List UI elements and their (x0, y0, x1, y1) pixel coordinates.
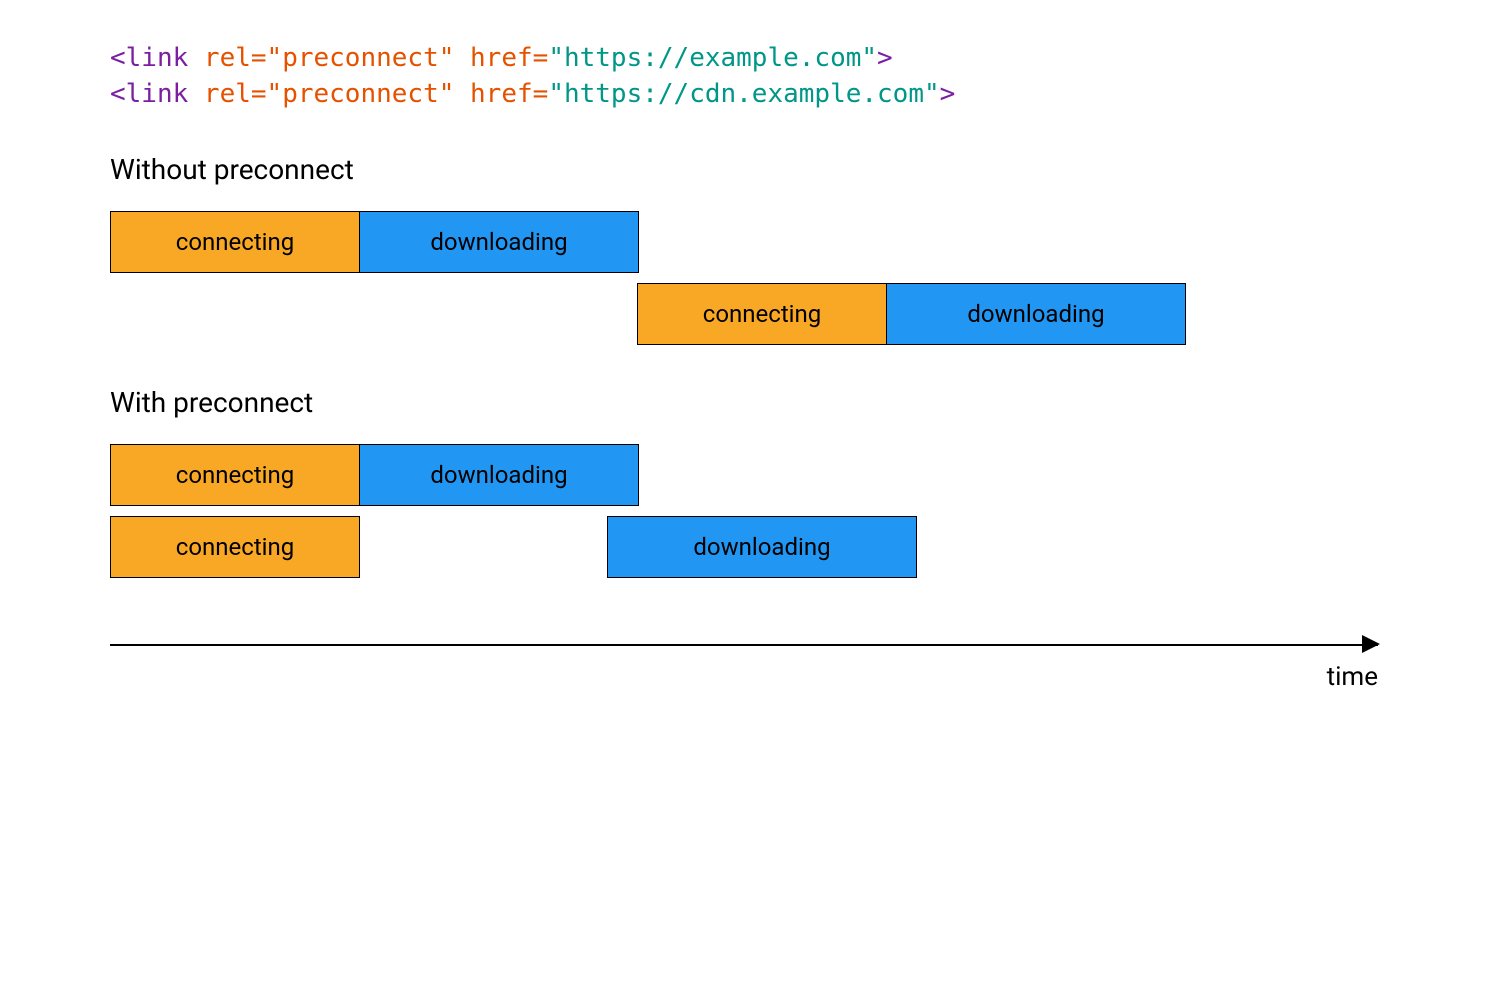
connecting-bar: connecting (110, 211, 360, 273)
time-axis: time (110, 634, 1378, 694)
code-snippet: <link rel="preconnect" href="https://exa… (110, 40, 1378, 113)
code-line-2: <link rel="preconnect" href="https://cdn… (110, 76, 1378, 112)
timeline-row: connectingdownloading (110, 444, 1378, 512)
downloading-bar: downloading (359, 211, 639, 273)
axis-line (110, 644, 1378, 646)
with-preconnect-title: With preconnect (110, 386, 1378, 419)
timeline-row: connecting downloading (110, 516, 1378, 584)
without-preconnect-title: Without preconnect (110, 153, 1378, 186)
timeline-with: connectingdownloadingconnectingdownloadi… (110, 444, 1378, 584)
axis-label: time (1327, 662, 1378, 692)
axis-arrow-icon (1362, 635, 1380, 653)
code-line-1: <link rel="preconnect" href="https://exa… (110, 40, 1378, 76)
connecting-bar: connecting (110, 516, 360, 578)
timeline-row: connectingdownloading (110, 211, 1378, 279)
downloading-bar: downloading (886, 283, 1186, 345)
timeline-without: connectingdownloadingconnectingdownloadi… (110, 211, 1378, 351)
connecting-bar: connecting (637, 283, 887, 345)
timeline-row: connectingdownloading (110, 283, 1378, 351)
downloading-bar: downloading (359, 444, 639, 506)
connecting-bar: connecting (110, 444, 360, 506)
downloading-bar: downloading (607, 516, 917, 578)
